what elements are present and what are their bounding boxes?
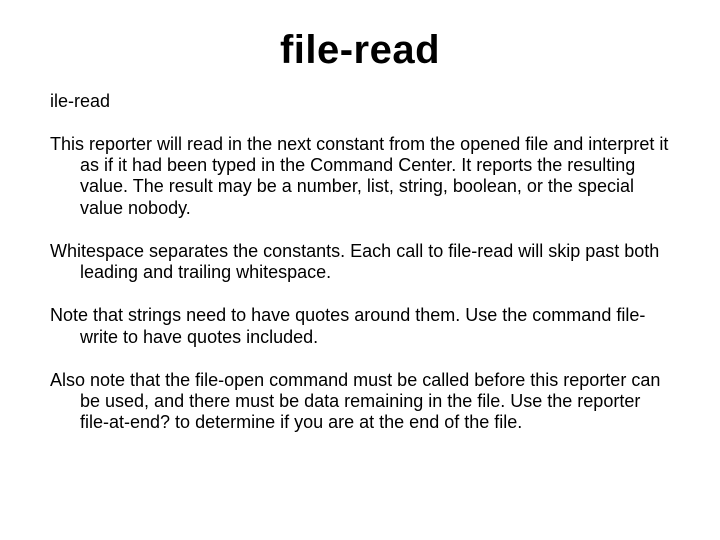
paragraph-4: Also note that the file-open command mus… (50, 370, 670, 434)
paragraph-3: Note that strings need to have quotes ar… (50, 305, 670, 347)
subheader: ile-read (50, 91, 670, 112)
paragraph-2: Whitespace separates the constants. Each… (50, 241, 670, 283)
slide: file-read ile-read This reporter will re… (0, 0, 720, 540)
paragraph-1: This reporter will read in the next cons… (50, 134, 670, 219)
page-title: file-read (50, 28, 670, 73)
